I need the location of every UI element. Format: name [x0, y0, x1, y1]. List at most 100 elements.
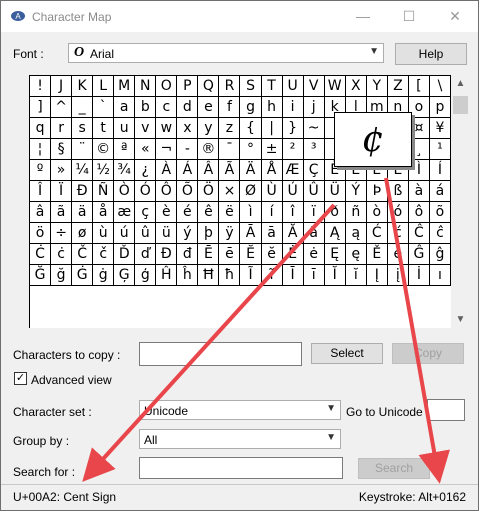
char-cell[interactable]: Ğ — [30, 265, 52, 286]
char-cell[interactable]: ä — [72, 202, 94, 223]
char-cell[interactable]: ` — [93, 97, 115, 118]
go-to-unicode-input[interactable] — [427, 399, 465, 421]
char-cell[interactable]: J — [51, 76, 73, 97]
char-cell[interactable]: Č — [72, 244, 94, 265]
char-cell[interactable]: đ — [177, 244, 199, 265]
char-cell[interactable]: Ĭ — [324, 265, 346, 286]
char-cell[interactable]: Ù — [261, 181, 283, 202]
char-cell[interactable]: À — [156, 160, 178, 181]
char-cell[interactable]: Ú — [282, 181, 304, 202]
char-cell[interactable]: Ĝ — [408, 244, 430, 265]
char-cell[interactable]: q — [30, 118, 52, 139]
char-cell[interactable]: ì — [240, 202, 262, 223]
char-cell[interactable]: h — [261, 97, 283, 118]
char-cell[interactable]: ¿ — [135, 160, 157, 181]
char-cell[interactable]: ¯ — [219, 139, 241, 160]
advanced-view-checkbox[interactable]: ✓ — [14, 372, 27, 385]
char-cell[interactable]: ħ — [219, 265, 241, 286]
char-cell[interactable]: Ã — [219, 160, 241, 181]
char-cell[interactable]: » — [51, 160, 73, 181]
scrollbar-thumb[interactable] — [453, 96, 468, 114]
char-cell[interactable]: w — [156, 118, 178, 139]
char-cell[interactable]: ¸ — [408, 139, 430, 160]
char-cell[interactable]: ! — [30, 76, 52, 97]
char-cell[interactable]: Ö — [198, 181, 220, 202]
char-cell[interactable]: ¦ — [30, 139, 52, 160]
char-cell[interactable]: ¥ — [429, 118, 451, 139]
char-cell[interactable]: p — [429, 97, 451, 118]
char-cell[interactable]: Û — [303, 181, 325, 202]
char-cell[interactable]: e — [198, 97, 220, 118]
char-cell[interactable]: Ò — [114, 181, 136, 202]
scroll-down-icon[interactable]: ▼ — [451, 314, 470, 325]
char-cell[interactable]: Ě — [366, 244, 388, 265]
char-cell[interactable]: ö — [30, 223, 52, 244]
char-cell[interactable]: M — [114, 76, 136, 97]
char-cell[interactable]: ½ — [93, 160, 115, 181]
group-by-select[interactable]: All ▼ — [139, 429, 341, 449]
char-cell[interactable]: č — [93, 244, 115, 265]
char-cell[interactable]: Ç — [303, 160, 325, 181]
char-cell[interactable]: W — [324, 76, 346, 97]
char-cell[interactable]: ° — [240, 139, 262, 160]
char-cell[interactable]: Ą — [324, 223, 346, 244]
char-cell[interactable]: O — [156, 76, 178, 97]
char-cell[interactable]: Ĕ — [240, 244, 262, 265]
search-button[interactable]: Search — [358, 458, 430, 479]
char-cell[interactable]: į — [387, 265, 409, 286]
char-cell[interactable]: ¾ — [114, 160, 136, 181]
char-cell[interactable]: Ġ — [72, 265, 94, 286]
char-cell[interactable]: ] — [30, 97, 52, 118]
char-cell[interactable]: ² — [282, 139, 304, 160]
char-cell[interactable]: Ħ — [198, 265, 220, 286]
char-cell[interactable]: | — [261, 118, 283, 139]
char-cell[interactable]: y — [198, 118, 220, 139]
char-cell[interactable]: } — [282, 118, 304, 139]
char-cell[interactable]: Ä — [240, 160, 262, 181]
characters-to-copy-input[interactable] — [139, 342, 302, 366]
char-cell[interactable]: S — [240, 76, 262, 97]
char-cell[interactable]: ă — [303, 223, 325, 244]
char-cell[interactable]: ¼ — [72, 160, 94, 181]
select-button[interactable]: Select — [311, 343, 383, 364]
char-cell[interactable]: Í — [429, 160, 451, 181]
search-input[interactable] — [139, 457, 343, 479]
char-cell[interactable]: Ô — [156, 181, 178, 202]
char-cell[interactable]: X — [345, 76, 367, 97]
char-cell[interactable]: ù — [93, 223, 115, 244]
char-cell[interactable]: ª — [114, 139, 136, 160]
char-cell[interactable]: V — [303, 76, 325, 97]
char-cell[interactable]: î — [282, 202, 304, 223]
char-cell[interactable]: Å — [261, 160, 283, 181]
char-cell[interactable]: Ć — [366, 223, 388, 244]
char-cell[interactable]: à — [408, 181, 430, 202]
char-cell[interactable]: ģ — [135, 265, 157, 286]
char-cell[interactable]: Ċ — [30, 244, 52, 265]
char-cell[interactable]: Æ — [282, 160, 304, 181]
char-cell[interactable]: ê — [198, 202, 220, 223]
char-cell[interactable]: Î — [30, 181, 52, 202]
char-cell[interactable]: ü — [156, 223, 178, 244]
char-cell[interactable]: § — [51, 139, 73, 160]
char-cell[interactable]: ³ — [303, 139, 325, 160]
char-cell[interactable]: Đ — [156, 244, 178, 265]
char-cell[interactable]: Ĥ — [156, 265, 178, 286]
char-cell[interactable]: ď — [135, 244, 157, 265]
char-cell[interactable]: ġ — [93, 265, 115, 286]
char-cell[interactable]: Ý — [345, 181, 367, 202]
char-cell[interactable]: ĥ — [177, 265, 199, 286]
char-cell[interactable]: { — [240, 118, 262, 139]
char-cell[interactable]: r — [51, 118, 73, 139]
char-cell[interactable]: ÿ — [219, 223, 241, 244]
char-cell[interactable]: K — [72, 76, 94, 97]
char-cell[interactable]: Y — [366, 76, 388, 97]
char-cell[interactable]: ć — [387, 223, 409, 244]
char-cell[interactable]: é — [177, 202, 199, 223]
char-cell[interactable]: ı — [429, 265, 451, 286]
minimize-button[interactable]: — — [340, 1, 386, 32]
char-cell[interactable]: b — [135, 97, 157, 118]
char-cell[interactable]: [ — [408, 76, 430, 97]
close-button[interactable]: ✕ — [432, 1, 478, 32]
char-cell[interactable]: d — [177, 97, 199, 118]
char-cell[interactable]: g — [240, 97, 262, 118]
